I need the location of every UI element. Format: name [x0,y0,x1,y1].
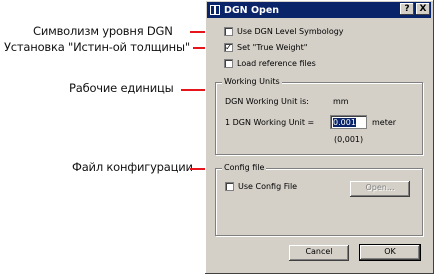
arrow-working-units [181,85,212,95]
use-level-symbology-option[interactable]: Use DGN Level Symbology [224,27,344,36]
dgn-unit-value: mm [333,97,349,106]
cancel-button[interactable]: Cancel [289,245,349,261]
title-bar[interactable]: DGN Open ? X [207,2,431,18]
dgn-unit-label: DGN Working Unit is: [225,97,309,106]
working-unit-input-value: 0.001 [333,118,356,127]
use-level-symbology-label: Use DGN Level Symbology [237,27,344,36]
use-config-file-label: Use Config File [238,182,298,191]
close-button[interactable]: X [416,3,430,15]
load-reference-files-checkbox[interactable] [224,59,233,68]
ok-button[interactable]: OK [359,244,421,261]
window-title: DGN Open [224,4,280,16]
load-reference-files-label: Load reference files [237,59,316,68]
use-config-file-checkbox[interactable] [225,182,234,191]
load-reference-files-option[interactable]: Load reference files [224,59,316,68]
use-level-symbology-checkbox[interactable] [224,27,233,36]
help-button[interactable]: ? [400,3,414,15]
annotation-config-file: Файл конфигурации [72,160,193,174]
annotation-working-units: Рабочие единицы [69,81,174,95]
true-weight-label: Set "True Weight" [237,43,308,52]
true-weight-checkbox[interactable]: ✓ [224,43,233,52]
equation-label: 1 DGN Working Unit = [225,118,315,127]
open-config-button[interactable]: Open... [350,181,410,197]
annotation-true-weight: Установка "Истин-ой толщины" [4,40,190,54]
arrow-config-file [190,164,212,174]
annotation-level-symbology: Символизм уровня DGN [33,24,173,38]
config-file-title: Config file [222,163,267,172]
working-units-title: Working Units [222,77,282,86]
dgn-open-dialog: DGN Open ? X Use DGN Level Symbology ✓ S… [205,0,434,274]
working-units-group: Working Units DGN Working Unit is: mm 1 … [215,77,423,155]
unit-name: meter [372,118,397,127]
use-config-file-option[interactable]: Use Config File [225,182,297,191]
working-unit-input[interactable]: 0.001 [330,115,367,129]
unit-hint: (0,001) [334,135,364,144]
config-file-group: Config file Use Config File Open... [215,163,423,236]
true-weight-option[interactable]: ✓ Set "True Weight" [224,43,307,52]
app-icon [209,4,221,16]
